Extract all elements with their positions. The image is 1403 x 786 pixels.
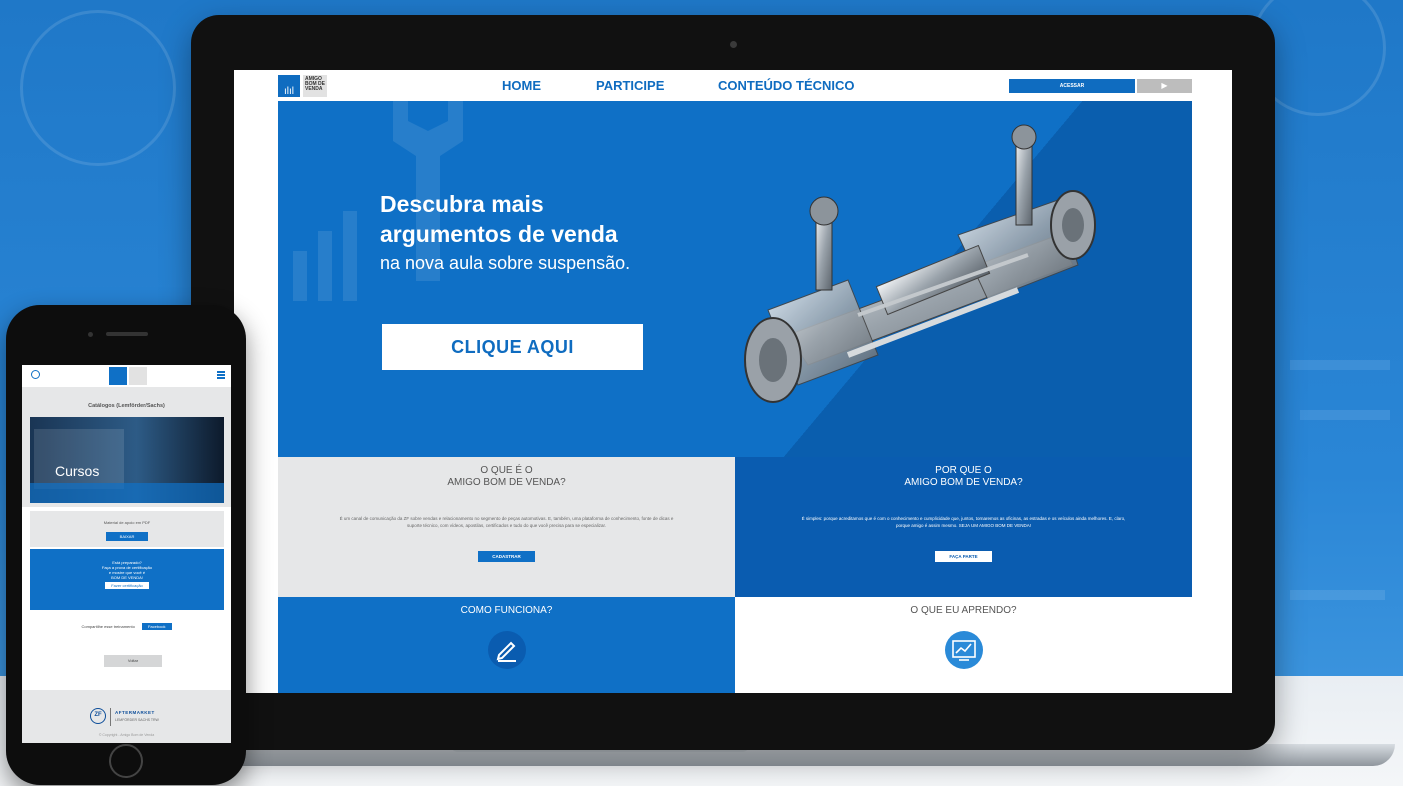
logo-text: AMIGO BOM DE VENDA bbox=[303, 74, 327, 97]
banner-strip bbox=[30, 483, 224, 503]
logo-chart-icon: ılıl bbox=[278, 74, 300, 97]
banner-label: Cursos bbox=[55, 463, 100, 479]
phone-speaker bbox=[106, 332, 148, 336]
bg-deco-bar bbox=[1290, 360, 1390, 370]
cert-text: BOM DE VENDA! bbox=[111, 575, 143, 580]
section-title: O QUE É O bbox=[480, 465, 533, 476]
section-o-que-e: O QUE É O AMIGO BOM DE VENDA? É um canal… bbox=[278, 457, 735, 597]
section-o-que-aprendo: O QUE EU APRENDO? bbox=[735, 597, 1192, 693]
section-body: É simples: porque acreditamos que é com … bbox=[801, 516, 1126, 528]
nav-participe[interactable]: PARTICIPE bbox=[596, 78, 664, 93]
section-como-funciona: COMO FUNCIONA? bbox=[278, 597, 735, 693]
section-title: POR QUE O bbox=[935, 465, 992, 476]
banner-photo bbox=[34, 429, 124, 489]
section-title: AMIGO BOM DE VENDA? bbox=[904, 477, 1023, 488]
cadastrar-button[interactable]: CADASTRAR bbox=[478, 551, 535, 562]
laptop-camera bbox=[730, 41, 737, 48]
hero-banner: Descubra mais argumentos de venda na nov… bbox=[278, 101, 1192, 457]
footer-divider bbox=[110, 708, 111, 726]
facebook-button[interactable]: Facebook bbox=[141, 623, 172, 630]
phone-logo[interactable] bbox=[109, 367, 127, 385]
clique-aqui-button[interactable]: CLIQUE AQUI bbox=[382, 324, 643, 370]
youtube-icon[interactable]: ▶ bbox=[1137, 79, 1192, 93]
voltar-button[interactable]: Voltar bbox=[104, 655, 162, 667]
phone-catalog-section: Catálogos (Lemförder/Sachs) Cursos bbox=[22, 387, 231, 507]
section-body: É um canal de comunicação da ZF sobre ve… bbox=[339, 516, 674, 528]
footer-brands: LEMFÖRDER SACHS TRW bbox=[115, 718, 159, 722]
laptop-screen: ılıl AMIGO BOM DE VENDA HOME PARTICIPE C… bbox=[234, 70, 1232, 693]
section-por-que: POR QUE O AMIGO BOM DE VENDA? É simples:… bbox=[735, 457, 1192, 597]
phone-support-section: Material de apoio em PDF BAIXAR bbox=[30, 511, 224, 547]
phone: Catálogos (Lemförder/Sachs) Cursos Mater… bbox=[6, 305, 246, 785]
hero-title: Descubra mais argumentos de venda bbox=[380, 191, 618, 247]
footer-note: © Copyright - Amigo Bom de Venda bbox=[98, 733, 155, 737]
pencil-icon bbox=[487, 631, 526, 669]
site-logo[interactable]: ılıl AMIGO BOM DE VENDA bbox=[278, 72, 340, 99]
phone-cert-section: Está preparado? Faça a prova de certific… bbox=[30, 549, 224, 610]
baixar-button[interactable]: BAIXAR bbox=[105, 532, 149, 541]
share-row: Compartilhe esse treinamento Facebook bbox=[22, 623, 231, 630]
suspension-chassis-image bbox=[744, 124, 1096, 403]
phone-logo-text bbox=[129, 367, 147, 385]
nav-home[interactable]: HOME bbox=[502, 78, 541, 93]
catalog-title: Catálogos (Lemförder/Sachs) bbox=[88, 403, 165, 409]
bg-deco-circle bbox=[20, 10, 176, 166]
faca-parte-button[interactable]: FAÇA PARTE bbox=[935, 551, 992, 562]
zf-logo-icon: ZF bbox=[90, 708, 106, 724]
share-text: Compartilhe esse treinamento bbox=[81, 624, 135, 629]
nav-conteudo-tecnico[interactable]: CONTEÚDO TÉCNICO bbox=[718, 78, 855, 93]
section-title: COMO FUNCIONA? bbox=[460, 605, 553, 616]
chart-icon bbox=[944, 631, 983, 669]
bars-watermark-icon bbox=[293, 211, 357, 301]
certificacao-button[interactable]: Fazer certificação bbox=[105, 582, 149, 589]
laptop: ılıl AMIGO BOM DE VENDA HOME PARTICIPE C… bbox=[191, 15, 1275, 750]
phone-home-button[interactable] bbox=[109, 744, 143, 778]
phone-screen: Catálogos (Lemförder/Sachs) Cursos Mater… bbox=[22, 365, 231, 743]
menu-icon[interactable] bbox=[217, 371, 225, 373]
section-title: AMIGO BOM DE VENDA? bbox=[447, 477, 566, 488]
hero-subtitle: na nova aula sobre suspensão. bbox=[380, 253, 631, 273]
courses-banner[interactable]: Cursos bbox=[30, 417, 224, 503]
footer-aftermarket: AFTERMARKET bbox=[115, 710, 155, 715]
phone-camera bbox=[88, 332, 93, 337]
phone-footer: ZF AFTERMARKET LEMFÖRDER SACHS TRW © Cop… bbox=[22, 690, 231, 743]
bg-deco-bar bbox=[1290, 590, 1385, 600]
site-navbar: ılıl AMIGO BOM DE VENDA HOME PARTICIPE C… bbox=[234, 70, 1232, 101]
phone-header bbox=[22, 365, 231, 387]
acessar-button[interactable]: ACESSAR bbox=[1009, 79, 1135, 93]
section-title: O QUE EU APRENDO? bbox=[910, 605, 1017, 616]
bg-deco-bar bbox=[1300, 410, 1390, 420]
support-text: Material de apoio em PDF bbox=[103, 520, 151, 525]
user-icon[interactable] bbox=[31, 370, 40, 379]
